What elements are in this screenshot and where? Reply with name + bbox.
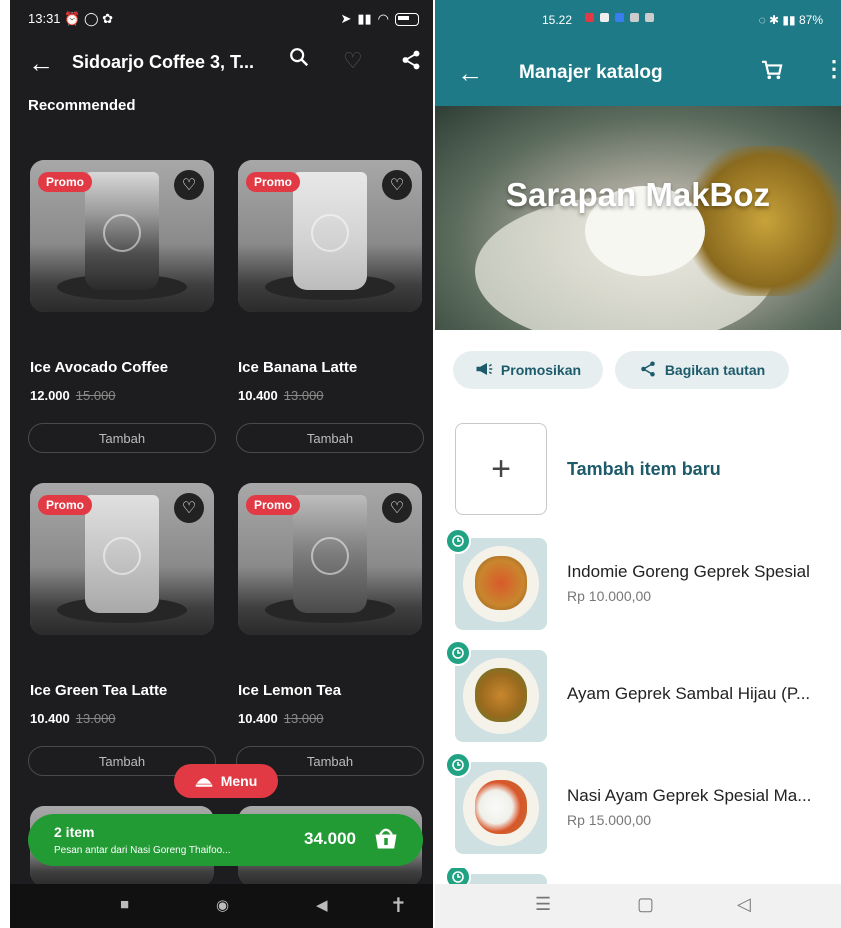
item-name: Ayam Geprek Sambal Hijau (P... (567, 684, 811, 703)
status-time: 13:31 (28, 11, 61, 26)
add-item-button[interactable]: + (455, 423, 547, 515)
plus-icon: + (491, 449, 511, 488)
clock-icon (445, 528, 471, 554)
item-price: Rp 10.000,00 (567, 588, 652, 604)
clock-icon (445, 640, 471, 666)
battery-icon (395, 12, 419, 26)
catalog-cover-image: Sarapan MakBoz (435, 106, 841, 330)
item-thumbnail (455, 650, 547, 742)
product-name: Ice Green Tea Latte (30, 682, 168, 699)
catalog-item[interactable]: Indomie Goreng Geprek Spesial Rp 10.000,… (435, 528, 841, 632)
status-right-icons: ◌ ✱ ▮▮ 87% (758, 13, 823, 27)
notification-icons (585, 13, 654, 22)
accessibility-icon[interactable]: ✝ (390, 893, 407, 918)
product-name: Ice Lemon Tea (238, 682, 342, 699)
favorite-heart-icon[interactable]: ♡ (174, 493, 204, 523)
alarm-icon: ⏰ (64, 11, 81, 26)
status-bar: 15.22 ◌ ✱ ▮▮ 87% (435, 0, 841, 40)
search-icon[interactable] (288, 46, 310, 74)
cart-subtitle: Pesan antar dari Nasi Goreng Thaifoo... (54, 845, 231, 856)
product-image-card[interactable]: Promo ♡ (30, 160, 214, 312)
page-title: Manajer katalog (519, 62, 663, 83)
back-arrow-icon[interactable]: ← (457, 58, 483, 89)
product-price: 10.400 13.000 (30, 711, 116, 726)
cart-summary-bar[interactable]: 2 item Pesan antar dari Nasi Goreng Thai… (28, 814, 423, 866)
menu-button[interactable]: Menu (174, 764, 278, 798)
recents-nav-icon[interactable]: ☰ (535, 894, 551, 915)
product-image-card[interactable]: Promo ♡ (30, 483, 214, 635)
location-icon: ➤ (340, 11, 352, 26)
promo-badge: Promo (38, 172, 93, 192)
clock-icon (445, 868, 471, 884)
item-thumbnail (455, 762, 547, 854)
product-name: Ice Banana Latte (238, 359, 358, 376)
favorite-heart-icon[interactable]: ♡ (174, 170, 204, 200)
add-item-label[interactable]: Tambah item baru (567, 459, 721, 480)
home-nav-icon[interactable]: ▢ (637, 894, 654, 915)
add-to-cart-button[interactable]: Tambah (28, 423, 216, 453)
promo-badge: Promo (38, 495, 93, 515)
shopping-cart-icon[interactable] (761, 60, 783, 86)
signal-icon: ▮▮ (357, 11, 372, 26)
back-nav-icon[interactable]: ◁ (737, 894, 751, 915)
left-phone-screen: 13:31 ⏰ ◯ ✿ ➤ ▮▮ ◠ ← Sidoarjo Coffee 3, … (10, 0, 433, 928)
top-app-bar: ← Sidoarjo Coffee 3, T... ♡ (10, 40, 433, 88)
whatsapp-icon: ◯ (83, 11, 99, 26)
store-title: Sidoarjo Coffee 3, T... (72, 52, 255, 72)
megaphone-icon (475, 362, 493, 379)
back-arrow-icon[interactable]: ← (28, 48, 54, 79)
share-icon[interactable] (400, 49, 422, 76)
cart-item-count: 2 item (54, 824, 95, 840)
recents-nav-icon[interactable]: ■ (120, 896, 129, 913)
product-price: 10.400 13.000 (238, 711, 324, 726)
status-time: 15.22 (542, 13, 573, 27)
right-phone-screen: 15.22 ◌ ✱ ▮▮ 87% ← Manajer katalog ⋮ Sar… (435, 0, 841, 928)
menu-label: Menu (220, 773, 258, 789)
product-price: 12.000 15.000 (30, 388, 116, 403)
favorite-icon[interactable]: ♡ (343, 48, 363, 74)
item-thumbnail (455, 538, 547, 630)
product-price: 10.400 13.000 (238, 388, 324, 403)
catalog-item[interactable] (435, 868, 841, 884)
product-name: Ice Avocado Coffee (30, 359, 169, 376)
product-image-card[interactable]: Promo ♡ (238, 160, 422, 312)
favorite-heart-icon[interactable]: ♡ (382, 170, 412, 200)
share-icon (639, 360, 657, 381)
share-label: Bagikan tautan (664, 362, 766, 378)
system-navigation-bar: ☰ ▢ ◁ (435, 884, 841, 928)
system-navigation-bar: ■ ◉ ◀ ✝ (10, 884, 433, 928)
item-name: Indomie Goreng Geprek Spesial (567, 562, 810, 581)
food-cloche-icon (195, 772, 213, 791)
item-name: Nasi Ayam Geprek Spesial Ma... (567, 786, 812, 805)
wifi-icon: ◠ (377, 11, 389, 26)
more-options-icon[interactable]: ⋮ (823, 56, 841, 82)
promote-label: Promosikan (500, 362, 582, 378)
home-nav-icon[interactable]: ◉ (216, 896, 229, 914)
battery-percent: 87% (798, 13, 823, 27)
item-price: Rp 15.000,00 (567, 812, 652, 828)
back-nav-icon[interactable]: ◀ (316, 896, 328, 914)
catalog-item[interactable]: Ayam Geprek Sambal Hijau (P... (435, 640, 841, 744)
promote-button[interactable]: Promosikan (453, 351, 603, 389)
favorite-heart-icon[interactable]: ♡ (382, 493, 412, 523)
top-app-bar: ← Manajer katalog ⋮ (435, 40, 841, 106)
status-bar: 13:31 ⏰ ◯ ✿ ➤ ▮▮ ◠ (10, 0, 433, 38)
catalog-title: Sarapan MakBoz (505, 176, 771, 213)
section-title: Recommended (28, 97, 136, 114)
shopping-basket-icon (372, 824, 400, 857)
settings-icon: ✿ (102, 11, 114, 26)
promo-badge: Promo (246, 495, 301, 515)
share-link-button[interactable]: Bagikan tautan (615, 351, 789, 389)
catalog-item[interactable]: Nasi Ayam Geprek Spesial Ma... Rp 15.000… (435, 752, 841, 856)
product-image-card[interactable]: Promo ♡ (238, 483, 422, 635)
add-to-cart-button[interactable]: Tambah (236, 423, 424, 453)
clock-icon (445, 752, 471, 778)
cart-total: 34.000 (304, 829, 356, 848)
promo-badge: Promo (246, 172, 301, 192)
